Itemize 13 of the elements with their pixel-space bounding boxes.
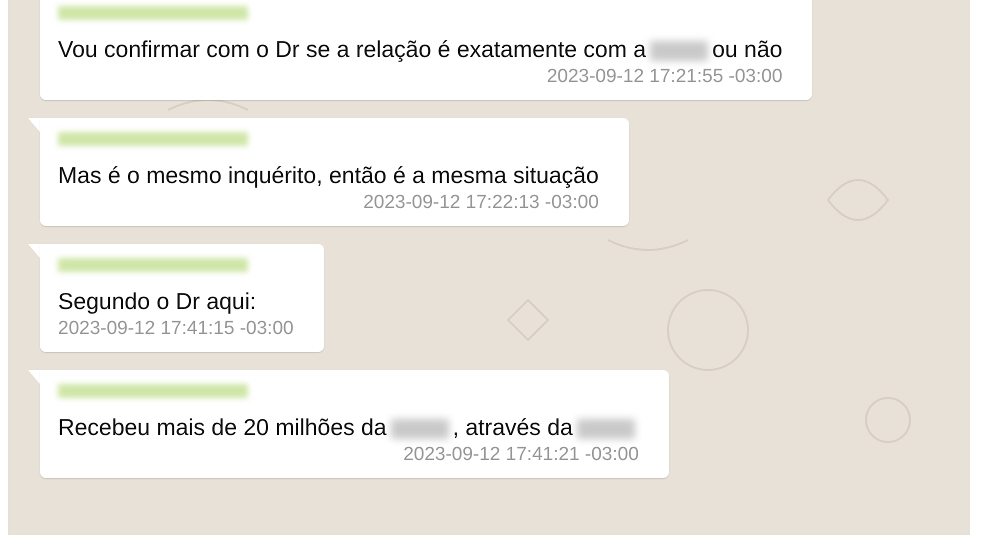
message-timestamp: 2023-09-12 17:21:55 -03:00 <box>546 66 782 87</box>
blurred-redaction <box>390 418 449 439</box>
message-text: Mas é o mesmo inquérito, então é a mesma situação <box>58 162 599 188</box>
message-timestamp: 2023-09-12 17:41:21 -03:00 <box>403 444 639 465</box>
message-text: Segundo o Dr aqui: <box>58 288 256 314</box>
blurred-redaction <box>650 40 708 61</box>
message-text: Vou confirmar com o Dr se a relação é exatamente com a <box>58 36 646 62</box>
message-text: Recebeu mais de 20 milhões da <box>58 414 387 440</box>
message-text: ou não <box>712 36 782 62</box>
message-timestamp: 2023-09-12 17:41:15 -03:00 <box>58 318 294 339</box>
message-text: , através da <box>452 414 573 440</box>
blurred-redaction <box>576 418 635 439</box>
message-timestamp: 2023-09-12 17:22:13 -03:00 <box>363 192 599 213</box>
